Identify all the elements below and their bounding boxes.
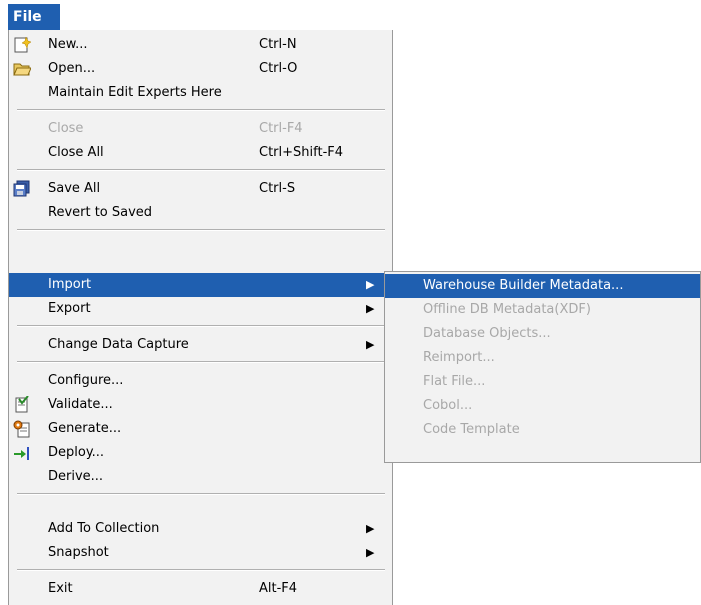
menu-item-accelerator: Ctrl-O [259, 61, 298, 76]
file-menu-title[interactable]: File [8, 4, 60, 30]
submenu-item-label: Reimport... [423, 350, 495, 365]
save-all-icon [13, 180, 30, 197]
menu-item-label: Save All [48, 181, 101, 196]
menu-item-label: Exit [48, 581, 73, 596]
menu-item-label: Close [48, 121, 84, 136]
file-menu-dropdown: New... Ctrl-N Open... Ctrl-O Maintain Ed… [8, 30, 393, 605]
menu-item-deploy[interactable]: Deploy... [9, 441, 392, 465]
folder-open-icon [13, 63, 31, 76]
import-submenu: Warehouse Builder Metadata... Offline DB… [384, 271, 701, 463]
menu-item-add-to-collection[interactable]: Add To Collection ▶ [9, 517, 392, 541]
menu-item-label: New... [48, 37, 88, 52]
file-menu-label: File [13, 9, 42, 25]
submenu-arrow-icon: ▶ [366, 546, 375, 559]
submenu-item-label: Database Objects... [423, 326, 551, 341]
menu-item-revert-to-saved[interactable]: Revert to Saved [9, 201, 392, 225]
menu-separator [17, 109, 385, 111]
menu-separator [17, 361, 385, 363]
menu-item-snapshot[interactable]: Snapshot ▶ [9, 541, 392, 565]
submenu-item-code-template: Code Template [385, 418, 700, 442]
menu-item-exit[interactable]: Exit Alt-F4 [9, 577, 392, 601]
menu-item-generate[interactable]: Generate... [9, 417, 392, 441]
menu-item-label: Validate... [48, 397, 113, 412]
menu-item-save-all[interactable]: Save All Ctrl-S [9, 177, 392, 201]
menu-item-export[interactable]: Export ▶ [9, 297, 392, 321]
menu-separator [17, 493, 385, 495]
menu-item-accelerator: Ctrl-F4 [259, 121, 303, 136]
menu-item-accelerator: Ctrl-S [259, 181, 296, 196]
menu-item-configure[interactable]: Configure... [9, 369, 392, 393]
menu-item-close-all[interactable]: Close All Ctrl+Shift-F4 [9, 141, 392, 165]
menu-item-label: Import [48, 277, 92, 292]
menu-separator [17, 229, 385, 231]
submenu-item-label: Flat File... [423, 374, 486, 389]
menu-separator [17, 569, 385, 571]
submenu-item-flat-file: Flat File... [385, 370, 700, 394]
submenu-arrow-icon: ▶ [366, 278, 375, 291]
menu-item-label: Maintain Edit Experts Here [48, 85, 222, 100]
menu-item-label: Export [48, 301, 91, 316]
generate-icon [13, 420, 30, 438]
menu-item-label: Deploy... [48, 445, 105, 460]
submenu-arrow-icon: ▶ [366, 522, 375, 535]
submenu-item-label: Cobol... [423, 398, 473, 413]
menu-item-label: Snapshot [48, 545, 109, 560]
menu-item-label: Revert to Saved [48, 205, 153, 220]
menu-item-accelerator: Ctrl-N [259, 37, 297, 52]
menu-item-change-data-capture[interactable]: Change Data Capture ▶ [9, 333, 392, 357]
submenu-item-warehouse-builder-metadata[interactable]: Warehouse Builder Metadata... [385, 274, 700, 298]
menu-item-label: Derive... [48, 469, 104, 484]
menu-item-validate[interactable]: Validate... [9, 393, 392, 417]
deploy-icon [14, 447, 29, 460]
menu-item-accelerator: Alt-F4 [259, 581, 298, 596]
menu-item-close: Close Ctrl-F4 [9, 117, 392, 141]
submenu-item-cobol: Cobol... [385, 394, 700, 418]
menu-item-accelerator: Ctrl+Shift-F4 [259, 145, 344, 160]
menu-item-derive[interactable]: Derive... [9, 465, 392, 489]
submenu-item-label: Warehouse Builder Metadata... [423, 278, 624, 293]
menu-item-import[interactable]: Import ▶ [9, 273, 392, 297]
menu-item-label: Configure... [48, 373, 124, 388]
menu-item-label: Generate... [48, 421, 122, 436]
submenu-item-label: Offline DB Metadata(XDF) [423, 302, 591, 317]
menu-item-open[interactable]: Open... Ctrl-O [9, 57, 392, 81]
menu-separator [17, 169, 385, 171]
validate-icon [15, 396, 29, 413]
new-file-icon [14, 36, 31, 53]
submenu-item-offline-db-metadata: Offline DB Metadata(XDF) [385, 298, 700, 322]
menu-item-label: Close All [48, 145, 104, 160]
menu-item-label: Open... [48, 61, 96, 76]
submenu-item-label: Code Template [423, 422, 520, 437]
submenu-item-database-objects: Database Objects... [385, 322, 700, 346]
menu-item-maintain-edit-experts[interactable]: Maintain Edit Experts Here [9, 81, 392, 105]
submenu-item-reimport: Reimport... [385, 346, 700, 370]
menu-item-label: Change Data Capture [48, 337, 189, 352]
menu-item-label: Add To Collection [48, 521, 160, 536]
submenu-arrow-icon: ▶ [366, 302, 375, 315]
submenu-arrow-icon: ▶ [366, 338, 375, 351]
menu-bar: File [0, 0, 701, 30]
menu-item-new[interactable]: New... Ctrl-N [9, 33, 392, 57]
menu-separator [17, 325, 385, 327]
